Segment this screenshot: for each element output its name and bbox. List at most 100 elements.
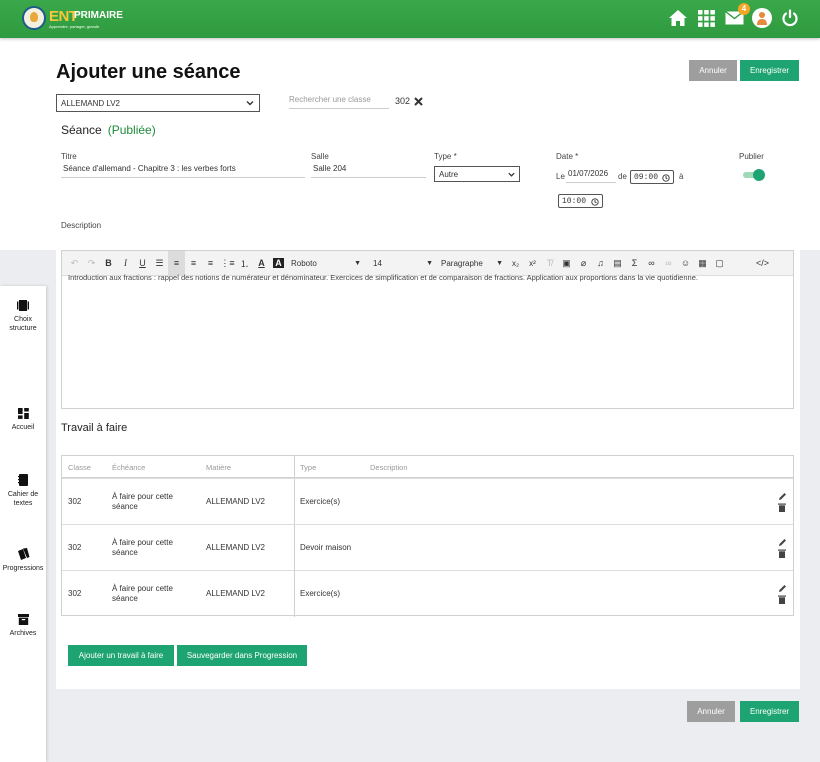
page-title: Ajouter une séance (56, 61, 241, 83)
top-icons: 4 (668, 3, 800, 28)
sidebar-item-progressions[interactable]: Progressions (0, 548, 46, 573)
date-field[interactable]: 01/07/2026 (566, 169, 616, 183)
underline-icon[interactable]: U (134, 251, 151, 276)
video-icon[interactable]: ▤ (609, 251, 626, 276)
bold-icon[interactable]: B (100, 251, 117, 276)
ent-logo[interactable]: ENT PRIMAIRE Apprendre, partager, grandi… (22, 6, 123, 32)
row-actions (778, 492, 788, 514)
seance-card: Séance (Publiée) Titre Séance d'allemand … (56, 117, 800, 689)
home-icon[interactable] (668, 8, 688, 28)
add-homework-button[interactable]: Ajouter un travail à faire (68, 645, 174, 666)
mail-icon[interactable]: 4 (724, 3, 750, 28)
italic-icon[interactable]: I (117, 251, 134, 276)
formula-icon[interactable]: Σ (626, 251, 643, 276)
end-time-input[interactable]: 10:00 (558, 194, 603, 208)
chevron-down-icon (508, 172, 515, 177)
bullet-list-icon[interactable]: ⋮≡ (219, 251, 236, 276)
align-right-icon[interactable]: ≡ (202, 251, 219, 276)
row-type: Devoir maison (300, 543, 352, 552)
block-format-select[interactable]: Paragraphe ▼ (437, 251, 507, 276)
highlight-color-icon[interactable]: A (270, 251, 287, 276)
subscript-icon[interactable]: x₂ (507, 251, 524, 276)
sidebar-item-archives[interactable]: Archives (0, 614, 46, 638)
font-family-value: Roboto (291, 258, 317, 268)
sidebar-item-choix-structure[interactable]: Choix structure (0, 300, 46, 333)
save-to-progression-button[interactable]: Sauvegarder dans Progression (177, 645, 307, 666)
unlink-icon[interactable]: ∞ (660, 251, 677, 276)
undo-icon[interactable]: ↶ (66, 251, 83, 276)
numbered-list-icon[interactable]: ⒈ (236, 251, 253, 276)
sidebar-item-accueil[interactable]: Accueil (0, 408, 46, 432)
title-field[interactable]: Séance d'allemand - Chapitre 3 : les ver… (61, 164, 305, 178)
type-select[interactable]: Autre (434, 166, 520, 182)
date-label: Date * (556, 152, 579, 161)
class-search-input[interactable]: Rechercher une classe (289, 95, 389, 109)
font-family-select[interactable]: Roboto ▼ (287, 251, 367, 276)
class-tag: 302 (395, 96, 423, 106)
save-button-bottom[interactable]: Enregistrer (740, 701, 799, 722)
subject-select[interactable]: ALLEMAND LV2 (56, 94, 260, 112)
user-avatar[interactable] (752, 8, 772, 28)
save-button-top[interactable]: Enregistrer (740, 60, 799, 81)
row-matiere: ALLEMAND LV2 (206, 543, 265, 552)
publish-toggle[interactable] (741, 169, 765, 181)
logo-tagline: Apprendre, partager, grandir (49, 24, 100, 29)
type-select-value: Autre (439, 169, 459, 179)
top-bar: ENT PRIMAIRE Apprendre, partager, grandi… (0, 0, 820, 38)
font-size-select[interactable]: 14 ▼ (367, 251, 437, 276)
table-row[interactable]: 302 À faire pour cette séance ALLEMAND L… (62, 570, 793, 616)
trash-icon[interactable] (778, 549, 786, 558)
edit-icon[interactable] (778, 584, 787, 593)
row-matiere: ALLEMAND LV2 (206, 589, 265, 598)
sidebar-item-label: Choix (14, 316, 32, 323)
power-icon[interactable] (780, 8, 800, 28)
justify-icon[interactable]: ☰ (151, 251, 168, 276)
trash-icon[interactable] (778, 503, 786, 512)
clear-format-icon[interactable]: T̸ (541, 251, 558, 276)
description-editor[interactable]: ↶ ↷ B I U ☰ ≡ ≡ ≡ ⋮≡ ⒈ A A Roboto ▼ 14 ▼… (61, 250, 794, 409)
remove-class-icon[interactable] (414, 96, 423, 106)
start-time-input[interactable]: 09:00 (630, 170, 674, 184)
logo-emblem (22, 6, 46, 30)
room-label: Salle (311, 152, 329, 161)
table-icon[interactable]: ▦ (694, 251, 711, 276)
room-field[interactable]: Salle 204 (311, 164, 426, 178)
cancel-button-top[interactable]: Annuler (689, 60, 737, 81)
row-type: Exercice(s) (300, 589, 341, 598)
column-header-classe: Classe (68, 463, 91, 472)
cards-icon (17, 548, 29, 560)
link-icon[interactable]: ∞ (643, 251, 660, 276)
align-left-icon[interactable]: ≡ (185, 251, 202, 276)
font-color-icon[interactable]: A (253, 251, 270, 276)
clock-icon (591, 198, 599, 206)
seance-heading-label: Séance (61, 123, 102, 137)
superscript-icon[interactable]: x² (524, 251, 541, 276)
cancel-button-bottom[interactable]: Annuler (687, 701, 735, 722)
class-tag-label: 302 (395, 96, 411, 106)
editor-content[interactable]: Introduction aux fractions : rappel des … (68, 274, 788, 284)
redo-icon[interactable]: ↷ (83, 251, 100, 276)
apps-grid-icon[interactable] (696, 8, 716, 28)
sidebar-item-cahier-de-textes[interactable]: Cahier de textes (0, 474, 46, 508)
edit-icon[interactable] (778, 538, 787, 547)
row-echeance-line1: À faire pour cette (112, 538, 173, 547)
attachment-icon[interactable]: ⌀ (575, 251, 592, 276)
publish-label: Publier (739, 152, 764, 161)
logo-primaire-text: PRIMAIRE (74, 10, 123, 21)
emoji-icon[interactable]: ☺ (677, 251, 694, 276)
align-center-icon[interactable]: ≡ (168, 250, 185, 276)
code-view-icon[interactable]: </> (754, 251, 771, 276)
template-icon[interactable]: ▢ (711, 251, 728, 276)
trash-icon[interactable] (778, 595, 786, 604)
row-echeance-line1: À faire pour cette (112, 584, 173, 593)
table-row[interactable]: 302 À faire pour cette séance ALLEMAND L… (62, 478, 793, 524)
table-row[interactable]: 302 À faire pour cette séance ALLEMAND L… (62, 524, 793, 570)
chevron-down-icon (246, 101, 254, 106)
column-header-description: Description (370, 463, 408, 472)
subject-select-value: ALLEMAND LV2 (61, 98, 120, 108)
toggle-knob (753, 169, 765, 181)
structure-icon (17, 300, 29, 311)
edit-icon[interactable] (778, 492, 787, 501)
audio-icon[interactable]: ♫ (592, 251, 609, 276)
image-icon[interactable]: ▣ (558, 251, 575, 276)
